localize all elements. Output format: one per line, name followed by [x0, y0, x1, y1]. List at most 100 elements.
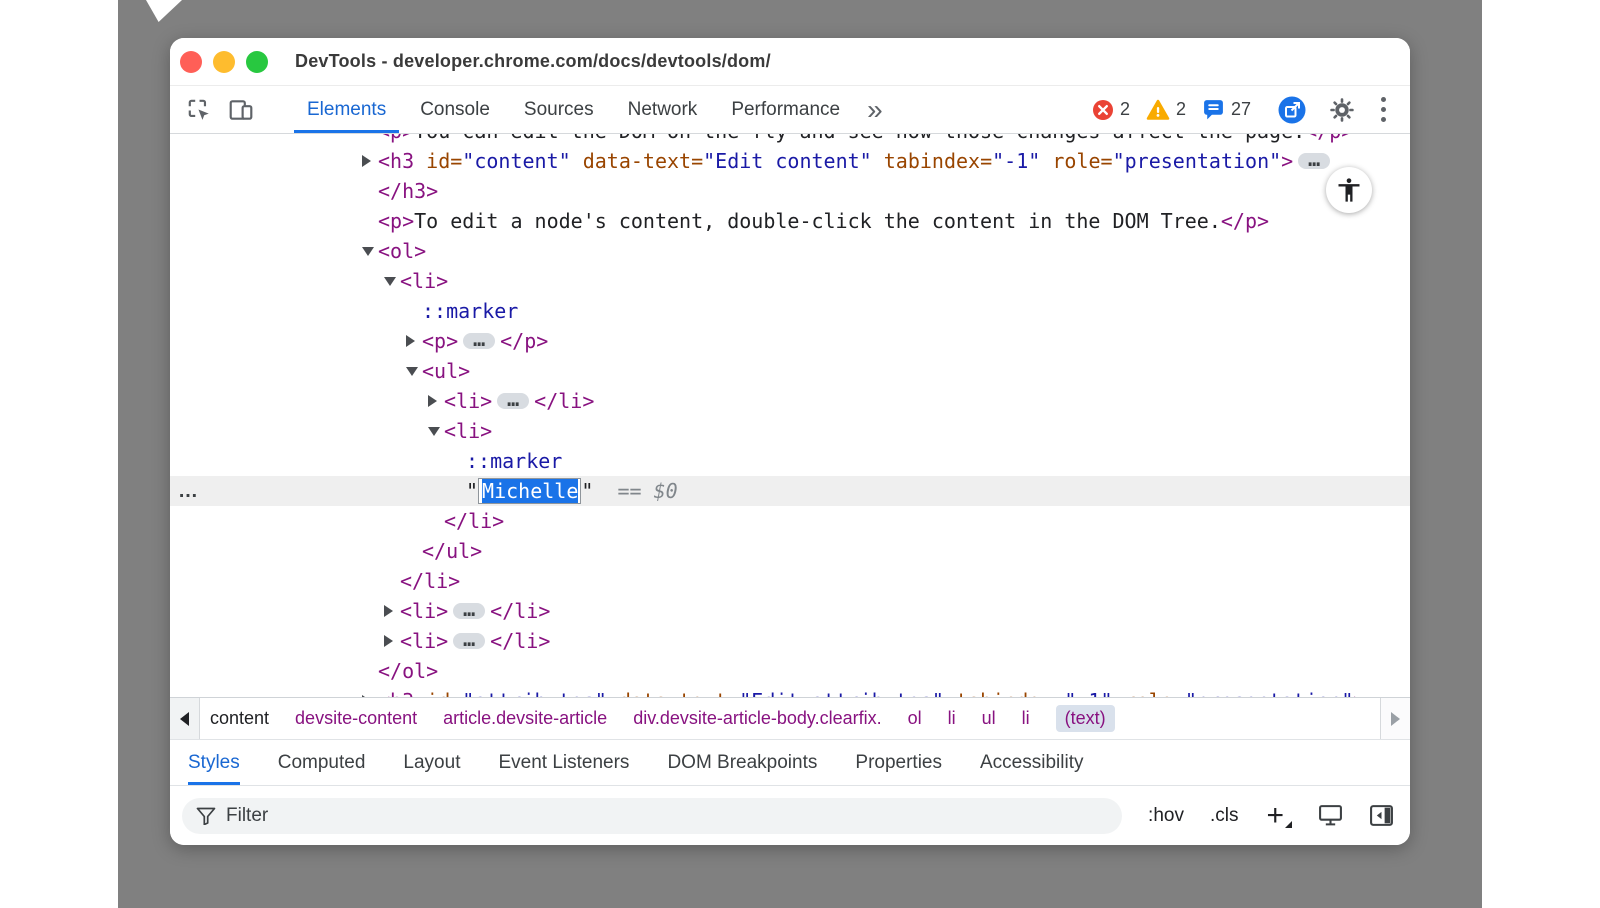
arrow-spacer — [362, 656, 378, 686]
dom-tree-line[interactable]: </ul> — [170, 536, 1410, 566]
code-token: <li> — [400, 269, 448, 293]
dom-tree: <p>You can edit the DOM on the fly and s… — [170, 134, 1410, 697]
more-tabs-icon[interactable]: » — [867, 96, 883, 124]
accessibility-widget-button[interactable] — [1326, 167, 1372, 213]
tab-network[interactable]: Network — [611, 86, 715, 133]
panel-tabs: ElementsConsoleSourcesNetworkPerformance — [290, 86, 857, 133]
dom-tree-line[interactable]: ::marker — [170, 446, 1410, 476]
expand-ellipsis-button[interactable]: … — [453, 633, 485, 649]
breadcrumb-item-div-devsite-article-body-clearfix[interactable]: div.devsite-article-body.clearfix. — [633, 708, 881, 729]
styles-filter-field[interactable] — [182, 798, 1122, 834]
dom-tree-line[interactable]: <p>To edit a node's content, double-clic… — [170, 206, 1410, 236]
toggle-element-state-button[interactable]: :hov — [1148, 805, 1184, 827]
dom-tree-line[interactable]: <ul> — [170, 356, 1410, 386]
minimize-window-button[interactable] — [213, 51, 235, 73]
code-token: "attributes" — [462, 689, 607, 697]
breadcrumb-item-text[interactable]: (text) — [1056, 705, 1115, 732]
breadcrumb-bar: content devsite-content article.devsite-ar… — [170, 697, 1410, 740]
tab-elements[interactable]: Elements — [290, 86, 403, 133]
expand-arrow-icon[interactable] — [406, 326, 422, 356]
devtools-toolbar: ElementsConsoleSourcesNetworkPerformance… — [170, 86, 1410, 134]
zoom-window-button[interactable] — [246, 51, 268, 73]
dom-tree-line[interactable]: ::marker — [170, 296, 1410, 326]
code-token: == — [593, 479, 653, 503]
tab-performance[interactable]: Performance — [714, 86, 857, 133]
breadcrumb-item-li[interactable]: li — [1022, 708, 1030, 729]
collapse-arrow-icon[interactable] — [384, 266, 400, 296]
expand-arrow-icon[interactable] — [384, 626, 400, 656]
dom-tree-line[interactable]: <ol> — [170, 236, 1410, 266]
kebab-menu-icon[interactable] — [1375, 93, 1392, 127]
dom-tree-line[interactable]: <li>…</li> — [170, 386, 1410, 416]
expand-ellipsis-button[interactable]: … — [497, 393, 529, 409]
code-token: <ul> — [422, 359, 470, 383]
code-token: </h3> — [378, 179, 438, 203]
collapse-arrow-icon[interactable] — [428, 416, 444, 446]
dom-tree-line[interactable]: <p>…</p> — [170, 326, 1410, 356]
breadcrumb-item-content[interactable]: content — [210, 708, 269, 729]
sidebar-tab-layout[interactable]: Layout — [403, 740, 460, 785]
breadcrumb-item-ol[interactable]: ol — [908, 708, 922, 729]
code-token: </p> — [500, 329, 548, 353]
sidebar-tab-event-listeners[interactable]: Event Listeners — [498, 740, 629, 785]
open-in-new-circle-icon[interactable] — [1277, 95, 1307, 125]
breadcrumb-item-ul[interactable]: ul — [982, 708, 996, 729]
breadcrumb-item-li[interactable]: li — [948, 708, 956, 729]
expand-ellipsis-button[interactable]: … — [453, 603, 485, 619]
code-token: "Edit content" — [703, 149, 872, 173]
gear-icon[interactable] — [1329, 97, 1355, 123]
warning-badge-icon[interactable] — [1146, 99, 1170, 121]
new-style-rule-button[interactable]: + — [1266, 803, 1292, 829]
element-classes-button[interactable]: .cls — [1210, 805, 1239, 827]
rendering-emulations-button[interactable] — [1318, 804, 1343, 827]
styles-filter-input[interactable] — [226, 805, 1108, 827]
code-token: "presentation" — [1113, 149, 1282, 173]
dom-tree-line[interactable]: </ol> — [170, 656, 1410, 686]
expand-ellipsis-button[interactable]: … — [463, 333, 495, 349]
breadcrumb-scroll-left-button[interactable] — [170, 698, 200, 739]
issues-bubble-icon[interactable] — [1202, 98, 1225, 121]
dom-tree-line[interactable]: <p>You can edit the DOM on the fly and s… — [170, 134, 1410, 146]
dom-tree-line[interactable]: </li> — [170, 566, 1410, 596]
dom-tree-line[interactable]: <li> — [170, 266, 1410, 296]
sidebar-tab-properties[interactable]: Properties — [855, 740, 942, 785]
arrow-spacer — [406, 296, 422, 326]
device-toolbar-icon[interactable] — [226, 95, 256, 125]
inspect-element-icon[interactable] — [184, 95, 214, 125]
code-token: <h3 — [378, 689, 426, 697]
monitor-icon — [1318, 804, 1343, 827]
sidebar-tab-styles[interactable]: Styles — [188, 740, 240, 785]
breadcrumb-scroll-right-button[interactable] — [1380, 698, 1410, 739]
dom-tree-selected-row[interactable]: …"Michelle" == $0 — [170, 476, 1410, 506]
sidebar-tab-computed[interactable]: Computed — [278, 740, 366, 785]
error-count: 2 — [1120, 99, 1130, 120]
tab-sources[interactable]: Sources — [507, 86, 611, 133]
dom-tree-line[interactable]: </h3> — [170, 176, 1410, 206]
sidebar-tab-accessibility[interactable]: Accessibility — [980, 740, 1083, 785]
code-token: <ol> — [378, 239, 426, 263]
error-badge-icon[interactable] — [1092, 99, 1114, 121]
inline-edit-box[interactable]: Michelle — [478, 478, 581, 504]
expand-arrow-icon[interactable] — [362, 686, 378, 697]
collapse-arrow-icon[interactable] — [406, 356, 422, 386]
breadcrumb-item-devsite-content[interactable]: devsite-content — [295, 708, 417, 729]
code-token: To edit a node's content, double-click t… — [414, 209, 1221, 233]
dom-tree-line[interactable]: <li>…</li> — [170, 626, 1410, 656]
dom-tree-line[interactable]: <h3 id="content" data-text="Edit content… — [170, 146, 1410, 176]
dom-tree-line[interactable]: <li> — [170, 416, 1410, 446]
expand-ellipsis-button[interactable]: … — [1298, 153, 1330, 169]
expand-arrow-icon[interactable] — [384, 596, 400, 626]
dom-tree-line[interactable]: <h3 id="attributes" data-text="Edit attr… — [170, 686, 1410, 697]
close-window-button[interactable] — [180, 51, 202, 73]
dom-tree-line[interactable]: <li>…</li> — [170, 596, 1410, 626]
breadcrumb-item-article-devsite-article[interactable]: article.devsite-article — [443, 708, 607, 729]
expand-arrow-icon[interactable] — [362, 146, 378, 176]
sidebar-tab-dom-breakpoints[interactable]: DOM Breakpoints — [667, 740, 817, 785]
collapse-arrow-icon[interactable] — [362, 236, 378, 266]
show-sidebar-button[interactable] — [1369, 804, 1394, 827]
code-token — [944, 689, 956, 697]
arrow-spacer — [428, 506, 444, 536]
expand-arrow-icon[interactable] — [428, 386, 444, 416]
tab-console[interactable]: Console — [403, 86, 507, 133]
dom-tree-line[interactable]: </li> — [170, 506, 1410, 536]
